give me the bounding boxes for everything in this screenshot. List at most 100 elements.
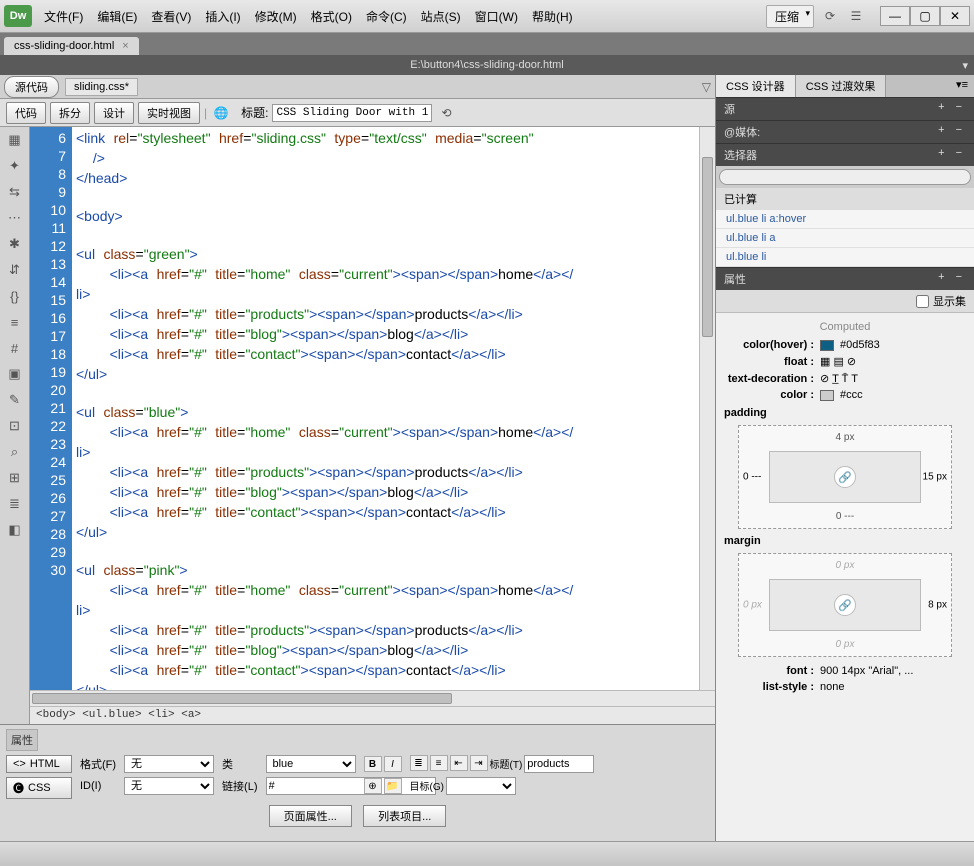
file-path: E:\button4\css-sliding-door.html <box>410 59 563 71</box>
menu-insert[interactable]: 插入(I) <box>199 5 246 28</box>
tab-css-transitions[interactable]: CSS 过渡效果 <box>796 75 887 97</box>
tool-icon[interactable]: ⇆ <box>6 183 24 201</box>
indent-button[interactable]: ⇥ <box>470 755 488 771</box>
color-swatch[interactable] <box>820 340 834 351</box>
sync-icon[interactable]: ⟳ <box>820 6 840 26</box>
code-editor[interactable]: <link rel="stylesheet" href="sliding.css… <box>72 127 699 690</box>
code-toolbar: ▦ ✦ ⇆ ⋯ ✱ ⇵ {} ≡ # ▣ ✎ ⊡ ⌕ ⊞ ≣ ◧ <box>0 127 30 724</box>
selector-item[interactable]: ul.blue li a <box>716 229 974 248</box>
menu-site[interactable]: 站点(S) <box>415 5 467 28</box>
computed-label: 已计算 <box>716 188 974 210</box>
tool-icon[interactable]: ⇵ <box>6 261 24 279</box>
link-target-icon[interactable]: ⊕ <box>364 778 382 794</box>
refresh-icon[interactable]: ⟲ <box>436 103 456 123</box>
tool-icon[interactable]: ✎ <box>6 391 24 409</box>
selector-list: ul.blue li a:hover ul.blue li a ul.blue … <box>716 210 974 267</box>
menu-help[interactable]: 帮助(H) <box>526 5 579 28</box>
source-code-button[interactable]: 源代码 <box>4 76 59 98</box>
class-label: 类 <box>222 756 257 772</box>
code-view-button[interactable]: 代码 <box>6 102 46 124</box>
tool-icon[interactable]: ⊞ <box>6 469 24 487</box>
menu-view[interactable]: 查看(V) <box>145 5 197 28</box>
show-set-checkbox[interactable] <box>916 295 929 308</box>
padding-box-model[interactable]: 4 px 0 --- 15 px 🔗 0 --- <box>738 425 952 529</box>
title-input[interactable] <box>524 755 594 773</box>
window-maximize-button[interactable]: ▢ <box>910 6 940 26</box>
class-select[interactable]: blue <box>266 755 356 773</box>
tool-icon[interactable]: ▦ <box>6 131 24 149</box>
italic-button[interactable]: I <box>384 756 402 772</box>
tool-icon[interactable]: {} <box>6 287 24 305</box>
computed-header: Computed <box>724 317 966 337</box>
ul-button[interactable]: ≣ <box>410 755 428 771</box>
panel-menu-icon[interactable]: ▾≡ <box>950 75 974 97</box>
link-icon[interactable]: 🔗 <box>834 466 856 488</box>
tool-icon[interactable]: ◧ <box>6 521 24 539</box>
html-mode-button[interactable]: <> HTML <box>6 755 72 773</box>
globe-icon[interactable]: 🌐 <box>211 103 231 123</box>
tool-icon[interactable]: ✦ <box>6 157 24 175</box>
text-deco-icons[interactable]: ⊘ T̲ T̄ T <box>820 372 858 385</box>
split-view-button[interactable]: 拆分 <box>50 102 90 124</box>
tab-css-designer[interactable]: CSS 设计器 <box>716 75 796 97</box>
css-designer-panel: CSS 设计器 CSS 过渡效果 ▾≡ 源+ − @媒体:+ − 选择器+ − … <box>715 75 974 841</box>
filter-icon[interactable]: ▽ <box>702 80 711 94</box>
dropdown-icon[interactable]: ▾ <box>962 59 968 72</box>
design-view-button[interactable]: 设计 <box>94 102 134 124</box>
outdent-button[interactable]: ⇤ <box>450 755 468 771</box>
related-file-tab[interactable]: sliding.css* <box>65 78 138 96</box>
media-header[interactable]: @媒体:+ − <box>716 120 974 143</box>
list-item-button[interactable]: 列表项目... <box>363 805 446 827</box>
horizontal-scrollbar[interactable] <box>30 690 715 706</box>
tool-icon[interactable]: ≡ <box>6 313 24 331</box>
selectors-header[interactable]: 选择器+ − <box>716 143 974 166</box>
color-swatch[interactable] <box>820 390 834 401</box>
menu-format[interactable]: 格式(O) <box>305 5 358 28</box>
page-title-input[interactable] <box>272 104 432 122</box>
margin-box-model[interactable]: 0 px 0 px 8 px 🔗 0 px <box>738 553 952 657</box>
close-icon[interactable]: × <box>122 40 128 52</box>
file-tab[interactable]: css-sliding-door.html × <box>4 37 139 55</box>
tool-icon[interactable]: ▣ <box>6 365 24 383</box>
tool-icon[interactable]: # <box>6 339 24 357</box>
target-select[interactable] <box>446 777 516 795</box>
tool-icon[interactable]: ⌕ <box>6 443 24 461</box>
window-minimize-button[interactable]: — <box>880 6 910 26</box>
menu-modify[interactable]: 修改(M) <box>249 5 303 28</box>
menu-command[interactable]: 命令(C) <box>360 5 413 28</box>
css-mode-button[interactable]: 🅒 CSS <box>6 777 72 799</box>
file-tab-label: css-sliding-door.html <box>14 40 114 52</box>
related-files-bar: 源代码 sliding.css* ▽ <box>0 75 715 99</box>
format-select[interactable]: 无 <box>124 755 214 773</box>
sources-header[interactable]: 源+ − <box>716 97 974 120</box>
ol-button[interactable]: ≡ <box>430 755 448 771</box>
properties-header[interactable]: 属性+ − <box>716 267 974 290</box>
window-close-button[interactable]: ✕ <box>940 6 970 26</box>
bold-button[interactable]: B <box>364 756 382 772</box>
options-icon[interactable]: ☰ <box>846 6 866 26</box>
selector-item[interactable]: ul.blue li <box>716 248 974 267</box>
tool-icon[interactable]: ⋯ <box>6 209 24 227</box>
link-label: 链接(L) <box>222 778 257 794</box>
menu-edit[interactable]: 编辑(E) <box>91 5 143 28</box>
menu-file[interactable]: 文件(F) <box>38 5 89 28</box>
vertical-scrollbar[interactable] <box>699 127 715 690</box>
tool-icon[interactable]: ≣ <box>6 495 24 513</box>
id-select[interactable]: 无 <box>124 777 214 795</box>
browse-icon[interactable]: 📁 <box>384 778 402 794</box>
properties-panel: 属性 <> HTML 🅒 CSS 格式(F) 无 类 blue B I ≣ ≡ … <box>0 724 715 841</box>
selector-search-input[interactable] <box>719 169 971 185</box>
tool-icon[interactable]: ✱ <box>6 235 24 253</box>
tag-breadcrumb[interactable]: <body> <ul.blue> <li> <a> <box>30 706 715 724</box>
page-properties-button[interactable]: 页面属性... <box>269 805 352 827</box>
live-view-button[interactable]: 实时视图 <box>138 102 200 124</box>
document-toolbar: 代码 拆分 设计 实时视图 | 🌐 标题: ⟲ <box>0 99 715 127</box>
menu-window[interactable]: 窗口(W) <box>469 5 524 28</box>
layout-compact-button[interactable]: 压缩 <box>766 5 814 28</box>
file-path-bar: E:\button4\css-sliding-door.html ▾ <box>0 55 974 75</box>
tool-icon[interactable]: ⊡ <box>6 417 24 435</box>
float-icons[interactable]: ▦ ▤ ⊘ <box>820 355 856 368</box>
link-icon[interactable]: 🔗 <box>834 594 856 616</box>
selector-item[interactable]: ul.blue li a:hover <box>716 210 974 229</box>
padding-label: padding <box>724 407 966 419</box>
